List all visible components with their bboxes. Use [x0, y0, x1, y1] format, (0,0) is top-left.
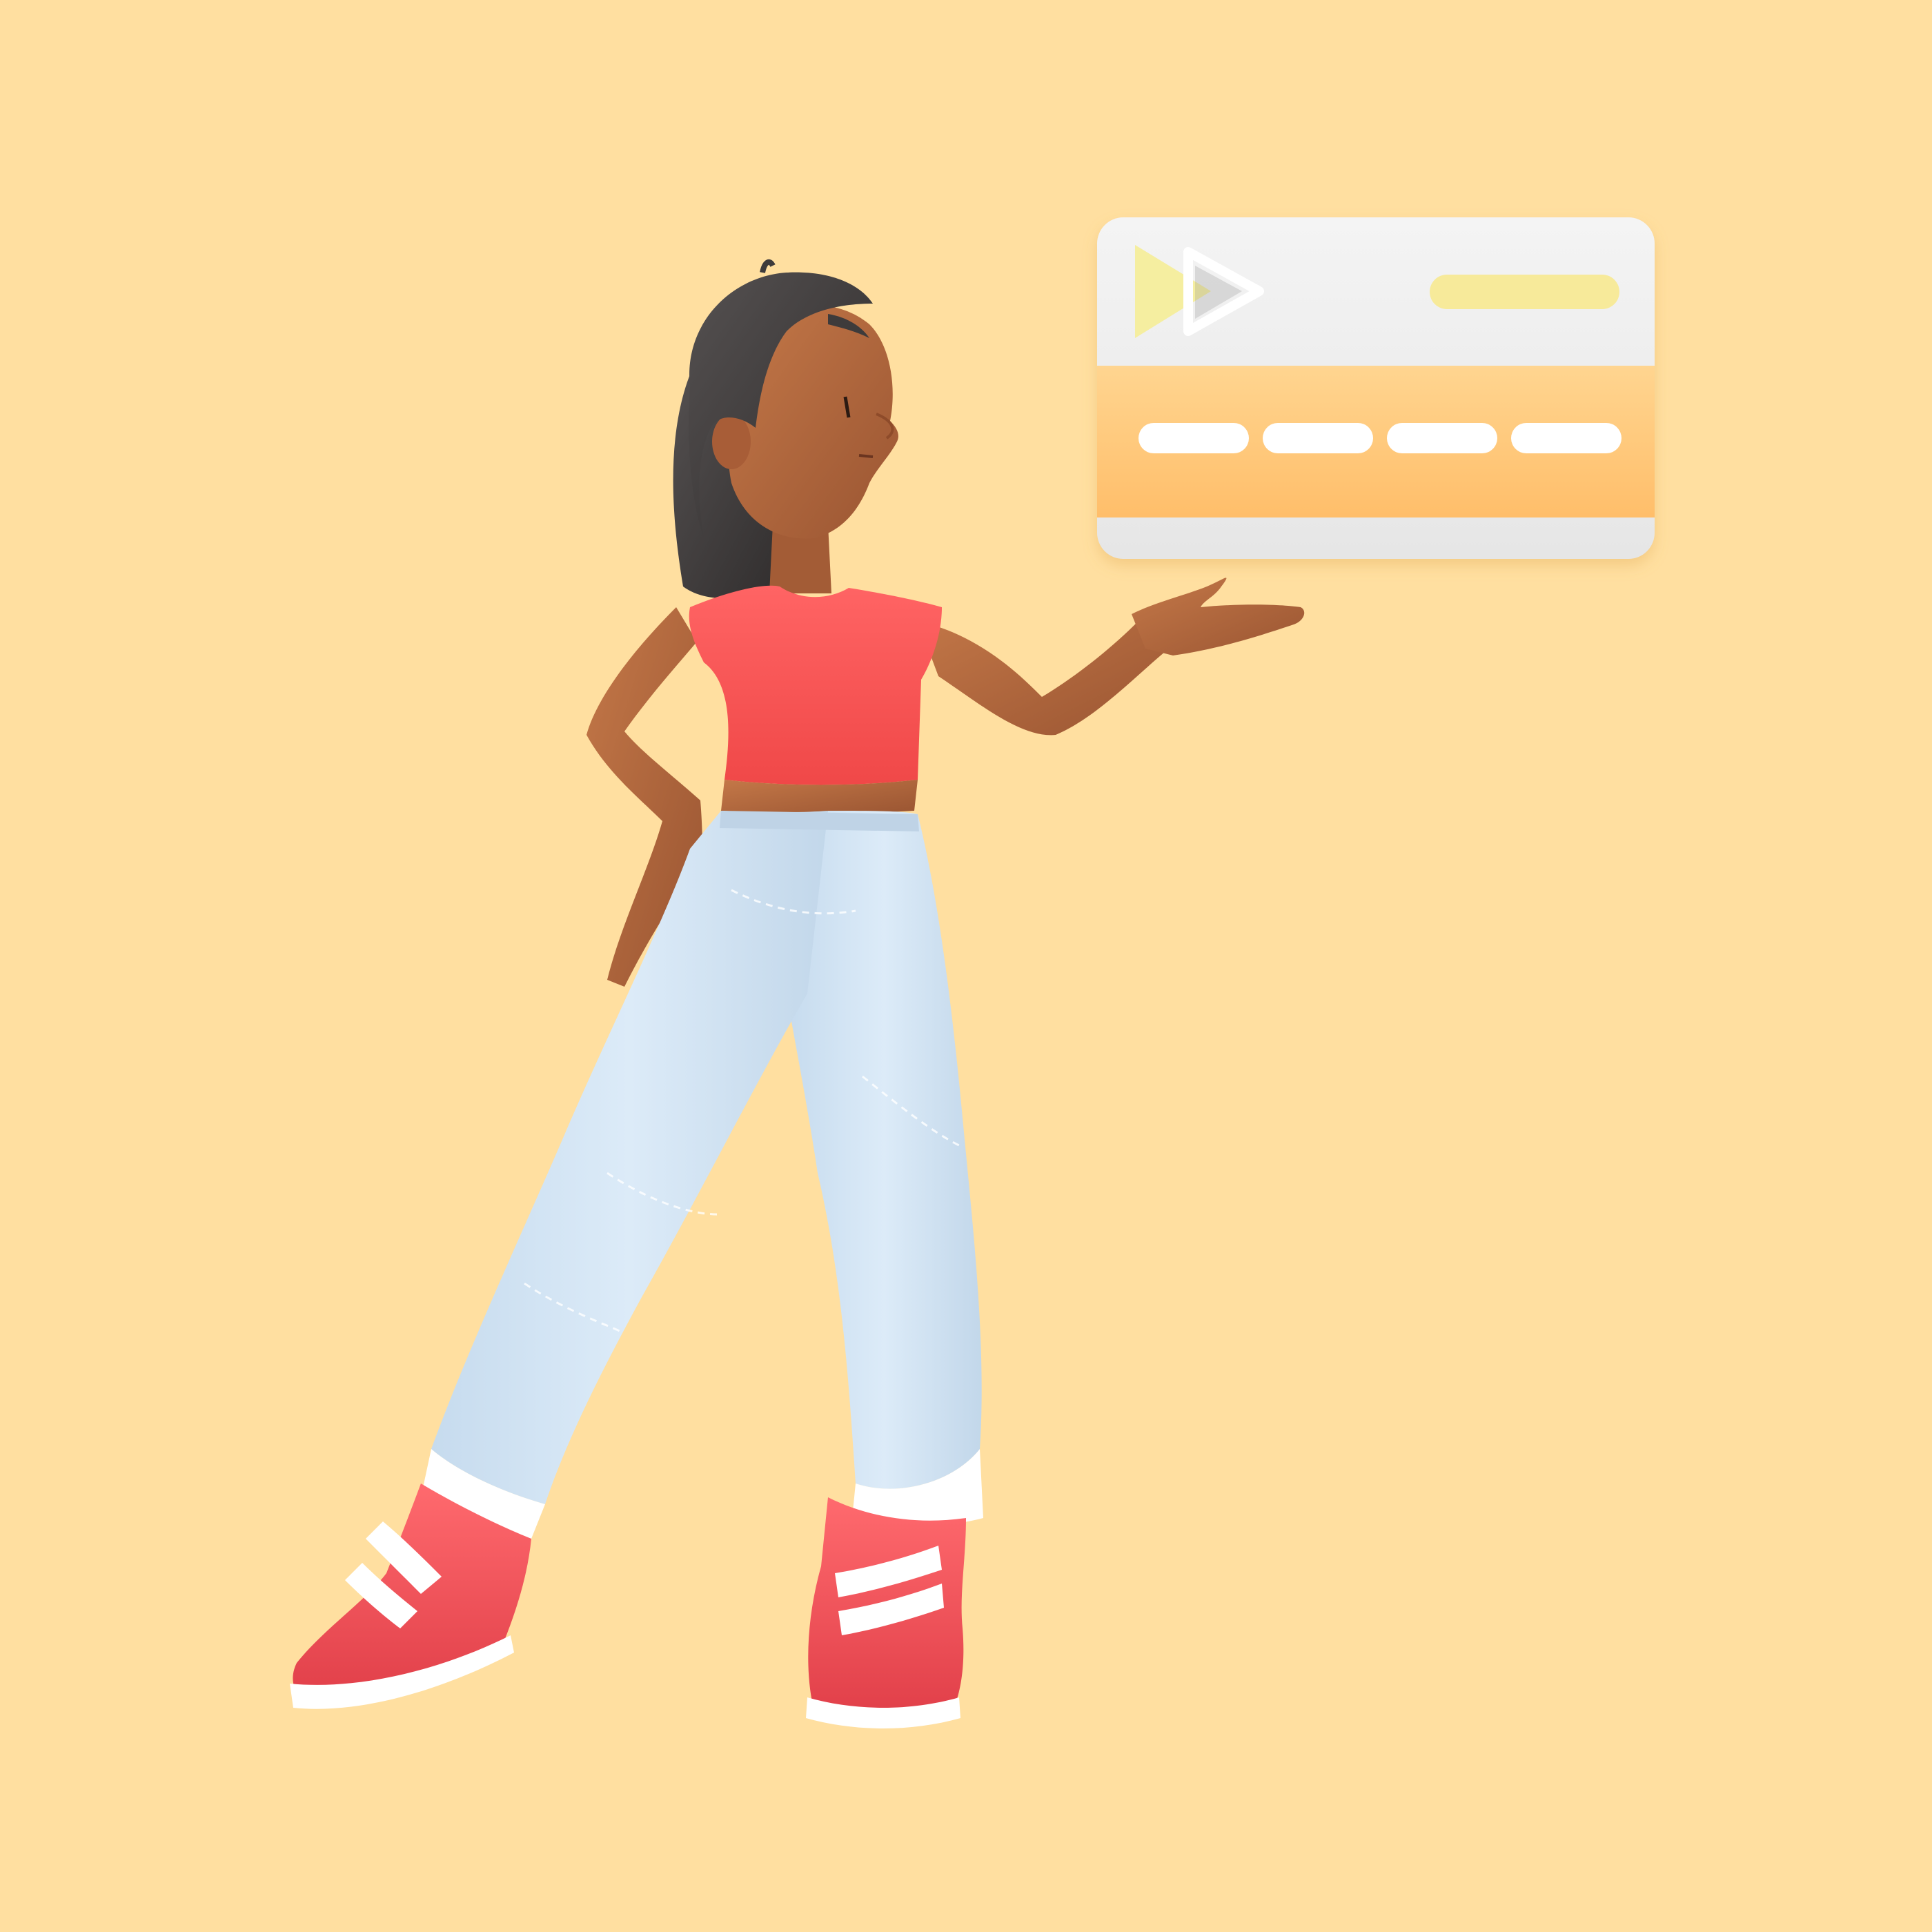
card-number-group-3 [1387, 423, 1497, 453]
card-number-group-1 [1138, 423, 1249, 453]
card-number-group-2 [1263, 423, 1373, 453]
illustration-scene [0, 0, 1932, 1932]
card-label-bar [1430, 275, 1619, 309]
floating-credit-card [1097, 217, 1655, 559]
card-number-group-4 [1511, 423, 1621, 453]
